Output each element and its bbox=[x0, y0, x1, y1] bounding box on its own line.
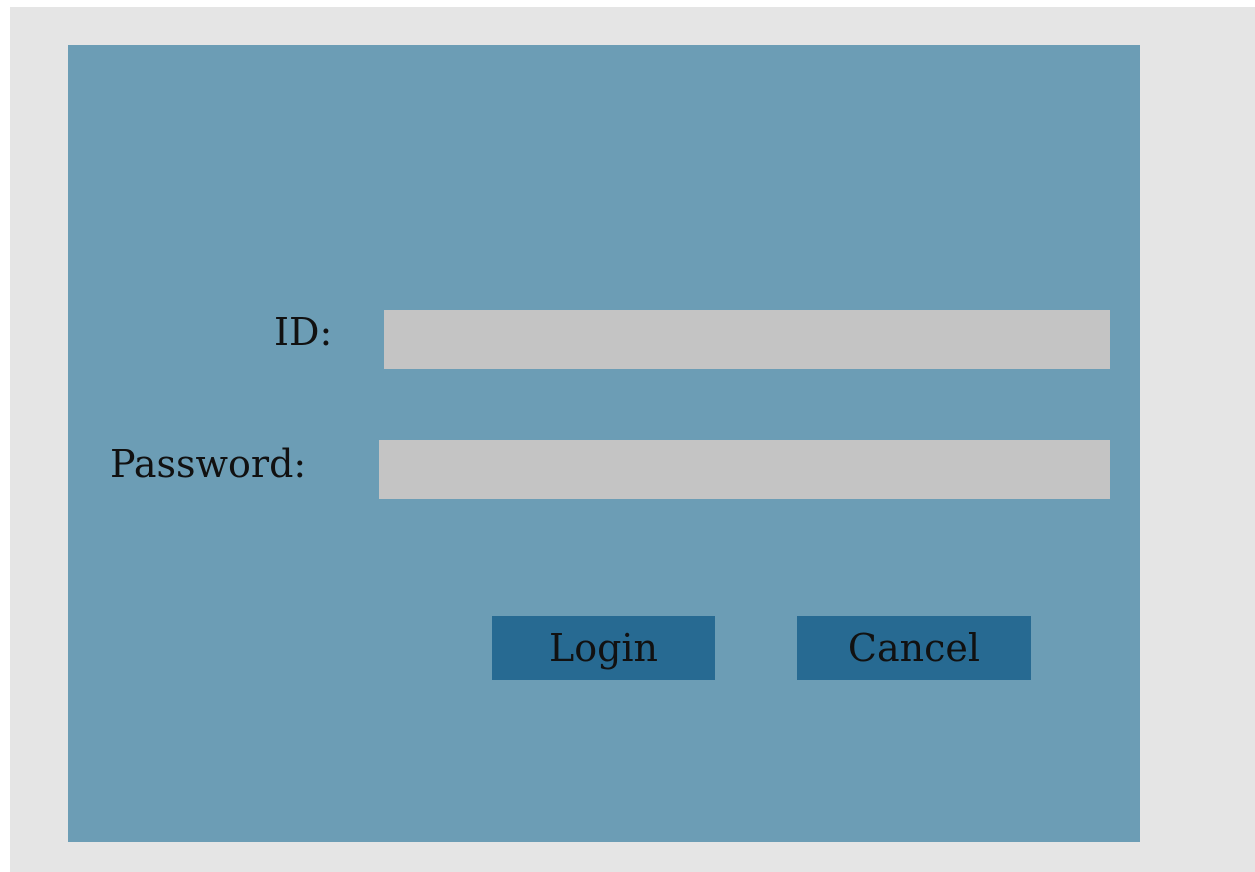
id-field[interactable] bbox=[384, 310, 1110, 369]
password-label: Password: bbox=[110, 442, 307, 486]
login-button[interactable]: Login bbox=[492, 616, 715, 680]
cancel-button[interactable]: Cancel bbox=[797, 616, 1031, 680]
id-label: ID: bbox=[274, 310, 333, 354]
password-field[interactable] bbox=[379, 440, 1110, 499]
login-window: ID: Password: Login Cancel bbox=[10, 7, 1255, 872]
login-panel: ID: Password: Login Cancel bbox=[68, 45, 1140, 842]
